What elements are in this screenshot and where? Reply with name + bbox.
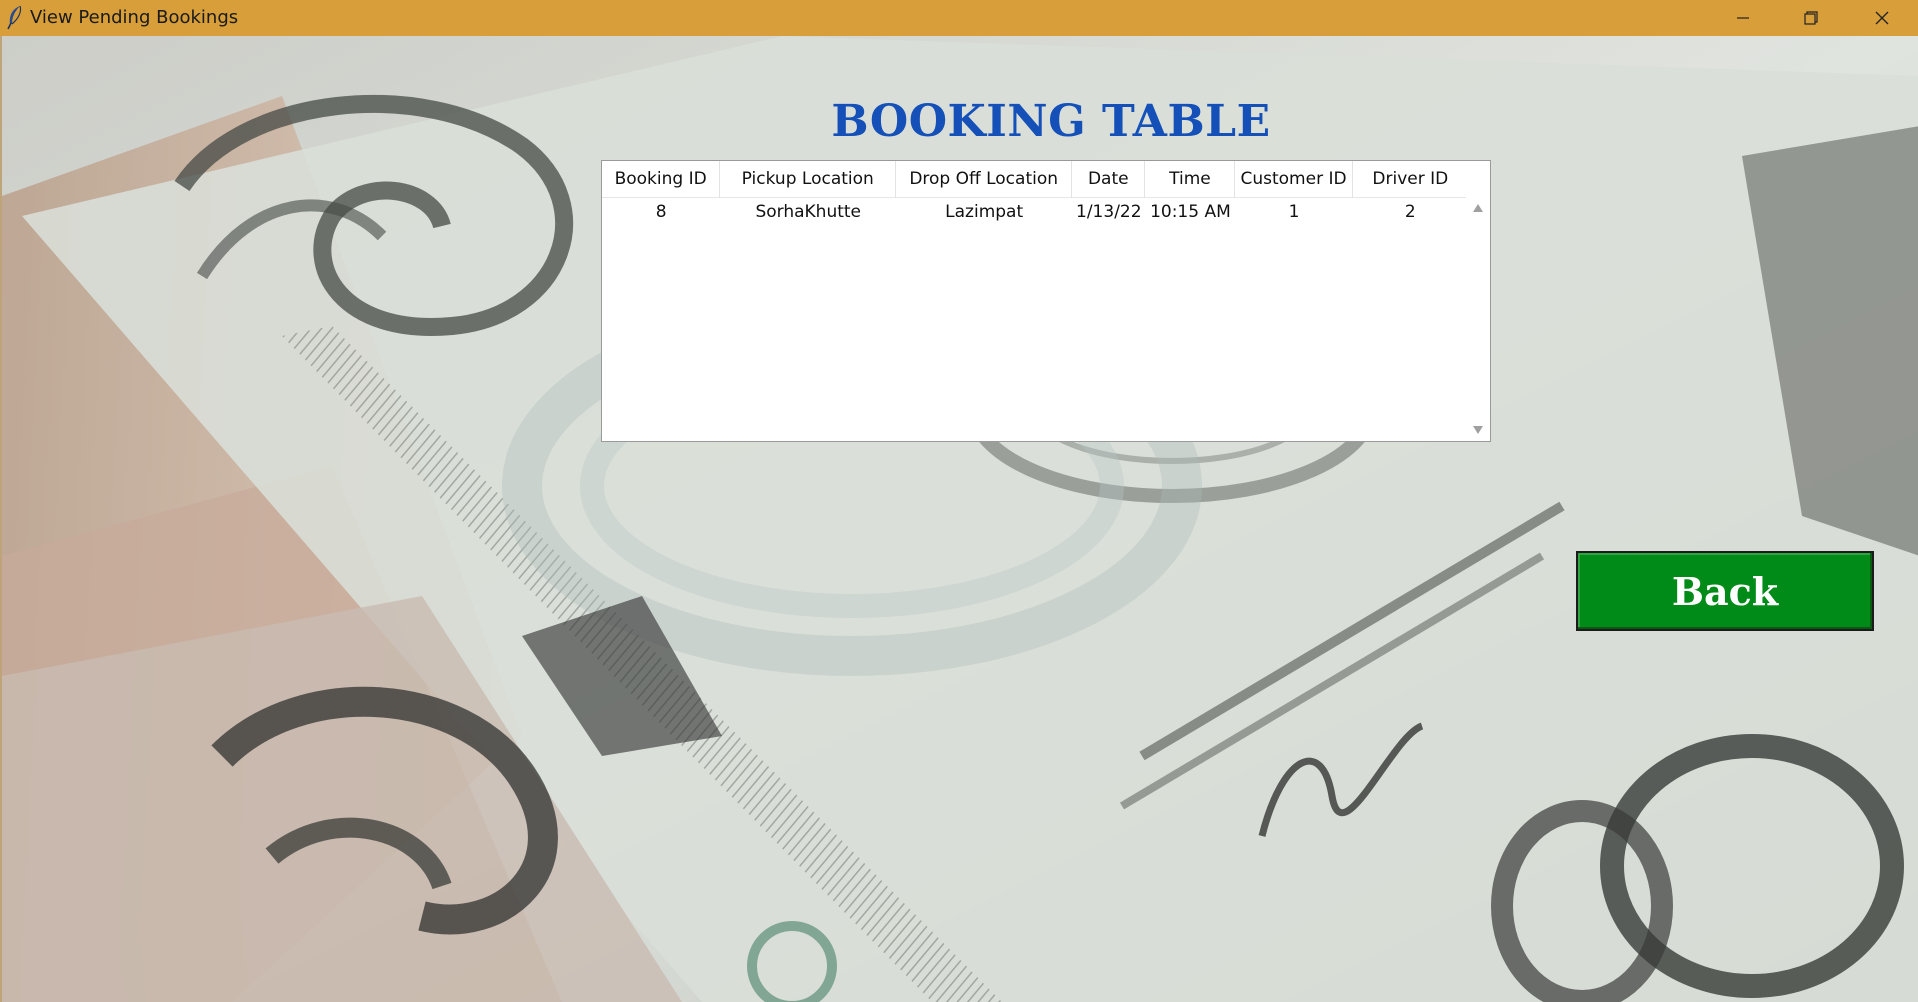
table-body: 8 SorhaKhutte Lazimpat 1/13/22 10:15 AM … <box>602 197 1468 229</box>
vertical-scrollbar[interactable] <box>1466 197 1490 441</box>
column-header-date[interactable]: Date <box>1072 161 1146 197</box>
cell-pickup-location: SorhaKhutte <box>755 202 862 222</box>
chevron-down-icon <box>1473 426 1483 434</box>
booking-table[interactable]: Booking ID Pickup Location Drop Off Loca… <box>601 160 1491 442</box>
page-title: BOOKING TABLE <box>831 96 1271 147</box>
content-area: BOOKING TABLE Booking ID Pickup Location… <box>0 36 1918 1002</box>
restore-icon <box>1804 11 1818 25</box>
cell-drop-off-location: Lazimpat <box>945 202 1024 222</box>
title-bar[interactable]: View Pending Bookings <box>0 0 1918 36</box>
maximize-button[interactable] <box>1777 0 1845 36</box>
column-header-drop-off-location[interactable]: Drop Off Location <box>896 161 1073 197</box>
cell-driver-id: 2 <box>1404 202 1416 222</box>
column-header-time[interactable]: Time <box>1145 161 1236 197</box>
app-window: View Pending Bookings BOOKING TABLE Book… <box>0 0 1918 1002</box>
cell-time: 10:15 AM <box>1150 202 1231 222</box>
cell-customer-id: 1 <box>1288 202 1300 222</box>
table-row[interactable]: 8 SorhaKhutte Lazimpat 1/13/22 10:15 AM … <box>602 197 1468 229</box>
cell-date: 1/13/22 <box>1076 202 1142 222</box>
feather-icon <box>4 4 26 30</box>
scroll-up-button[interactable] <box>1466 197 1490 219</box>
cell-booking-id: 8 <box>655 202 667 222</box>
back-button[interactable]: Back <box>1576 551 1874 631</box>
column-header-driver-id[interactable]: Driver ID <box>1353 161 1468 197</box>
table-header: Booking ID Pickup Location Drop Off Loca… <box>602 161 1468 198</box>
column-header-pickup-location[interactable]: Pickup Location <box>720 161 897 197</box>
scroll-down-button[interactable] <box>1466 419 1490 441</box>
minimize-icon <box>1737 17 1749 19</box>
close-button[interactable] <box>1848 0 1916 36</box>
column-header-booking-id[interactable]: Booking ID <box>602 161 721 197</box>
column-header-customer-id[interactable]: Customer ID <box>1235 161 1353 197</box>
window-title: View Pending Bookings <box>30 7 239 28</box>
chevron-up-icon <box>1473 204 1483 212</box>
close-icon <box>1875 11 1889 25</box>
minimize-button[interactable] <box>1709 0 1777 36</box>
